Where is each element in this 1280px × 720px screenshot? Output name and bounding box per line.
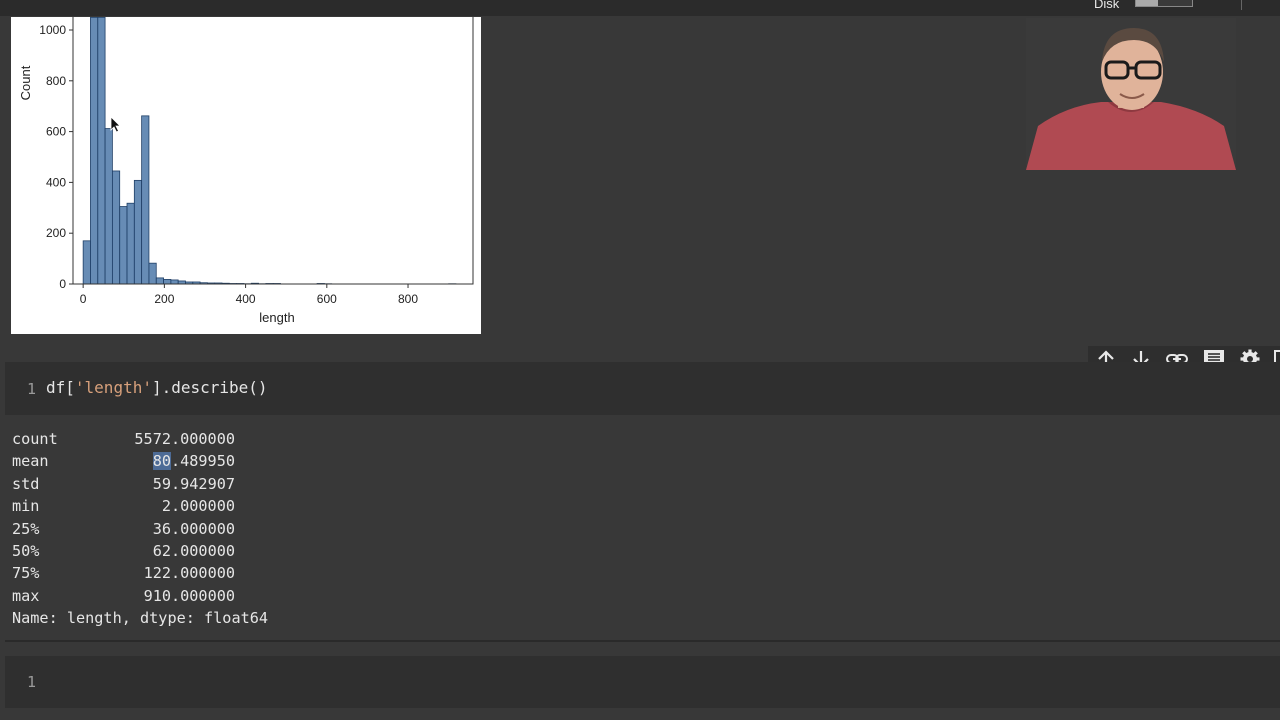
stat-key: std	[12, 474, 40, 493]
disk-usage-meter[interactable]	[1135, 0, 1193, 7]
y-axis-ticks: 0 200 400 600 800 1000	[39, 23, 73, 291]
histogram-bar	[148, 262, 157, 285]
disk-label: Disk	[1094, 0, 1120, 11]
stat-value-rest: .489950	[170, 452, 235, 471]
stat-value: 59.942907	[152, 474, 235, 493]
y-tick-label: 200	[46, 226, 66, 240]
stat-value: 2.000000	[161, 497, 235, 516]
line-number: 1	[27, 673, 37, 691]
histogram-svg: 0 200 400 600 800 1000 0 200 400 600 800 Count le…	[18, 17, 474, 325]
histogram-bar	[111, 170, 121, 285]
disk-usage-fill	[1136, 0, 1159, 6]
stat-key: min	[12, 497, 40, 516]
top-bar: Disk	[0, 0, 1280, 16]
code-token: ].describe()	[151, 378, 268, 397]
presenter-webcam	[1026, 18, 1236, 170]
histogram-bar	[97, 17, 106, 285]
code-editor-line[interactable]: df['length'].describe()	[46, 378, 268, 397]
histogram-bar	[133, 179, 143, 285]
code-cell[interactable]: 1 df['length'].describe()	[5, 362, 1280, 415]
stat-key: max	[12, 586, 40, 605]
stat-row: 25% 36.000000	[12, 518, 352, 540]
stat-row: 75% 122.000000	[12, 562, 352, 584]
stat-row: max 910.000000	[12, 585, 352, 607]
x-axis-ticks: 0 200 400 600 800	[80, 284, 418, 306]
x-tick-label: 0	[80, 292, 87, 306]
y-tick-label: 1000	[39, 23, 66, 37]
code-token: df[	[46, 378, 75, 397]
series-footer: Name: length, dtype: float64	[12, 609, 269, 628]
y-tick-label: 0	[59, 277, 66, 291]
x-tick-label: 600	[317, 292, 337, 306]
stat-value: 122.000000	[143, 564, 235, 583]
line-number: 1	[27, 380, 37, 398]
histogram-bar	[141, 115, 150, 285]
stat-value: 5572.000000	[134, 430, 235, 448]
topbar-divider	[1241, 0, 1242, 10]
x-tick-label: 800	[398, 292, 418, 306]
stat-key: count	[12, 430, 58, 448]
histogram-bar	[163, 279, 172, 285]
stat-row: mean 80.489950	[12, 450, 352, 472]
empty-code-cell[interactable]: 1	[5, 656, 1280, 708]
stat-key: mean	[12, 452, 49, 471]
stat-key: 25%	[12, 519, 40, 538]
stat-row: min 2.000000	[12, 495, 352, 517]
code-string-token: 'length'	[74, 378, 152, 397]
y-tick-label: 800	[46, 74, 66, 88]
stat-row: 50% 62.000000	[12, 540, 352, 562]
presenter-image	[1026, 18, 1236, 170]
histogram-bar	[82, 240, 91, 285]
y-axis-label: Count	[18, 65, 33, 100]
histogram-bar	[170, 279, 179, 285]
stat-row: count 5572.000000	[12, 428, 352, 450]
stat-row: std 59.942907	[12, 473, 352, 495]
stat-value: 36.000000	[152, 519, 235, 538]
histogram-bars	[82, 17, 457, 285]
stat-value: 910.000000	[143, 586, 235, 605]
stat-value: 80.489950	[152, 450, 235, 472]
cell-divider	[5, 640, 1280, 642]
histogram-bar	[104, 128, 113, 285]
stat-value: 62.000000	[152, 541, 235, 560]
histogram-bar	[155, 277, 164, 285]
histogram-bar	[126, 202, 135, 285]
stat-key: 75%	[12, 564, 40, 583]
y-tick-label: 600	[46, 125, 66, 139]
stat-key: 50%	[12, 541, 40, 560]
histogram-bar	[90, 17, 99, 285]
histogram-plot: 0 200 400 600 800 1000 0 200 400 600 800 Count le…	[11, 17, 481, 334]
y-tick-label: 400	[46, 175, 66, 189]
describe-output: count 5572.000000 mean 80.489950 std 59.942…	[12, 428, 352, 630]
selected-text: 80	[152, 452, 171, 471]
histogram-bar	[119, 206, 128, 285]
x-tick-label: 200	[154, 292, 174, 306]
x-axis-label: length	[259, 310, 294, 325]
x-tick-label: 400	[236, 292, 256, 306]
